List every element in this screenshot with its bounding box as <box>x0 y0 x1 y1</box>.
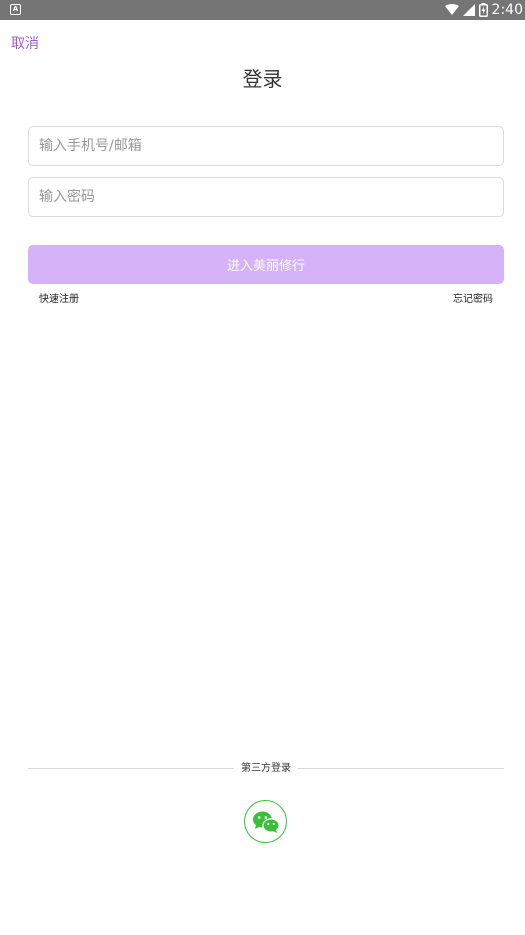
wechat-login-button[interactable] <box>244 800 287 843</box>
login-button[interactable]: 进入美丽修行 <box>28 245 504 284</box>
status-icons: 2:40 <box>444 0 523 20</box>
cancel-button[interactable]: 取消 <box>11 33 39 53</box>
password-input[interactable] <box>28 177 504 217</box>
quick-register-link[interactable]: 快速注册 <box>39 290 79 305</box>
cell-signal-icon <box>462 4 475 16</box>
notification-a-icon: A <box>10 4 21 15</box>
forgot-password-link[interactable]: 忘记密码 <box>453 290 493 305</box>
phone-email-input[interactable] <box>28 126 504 166</box>
wifi-icon <box>444 4 459 15</box>
divider-line-right <box>298 768 504 769</box>
third-party-login-label: 第三方登录 <box>241 763 291 774</box>
status-time: 2:40 <box>491 2 523 18</box>
wechat-icon <box>252 811 280 833</box>
third-party-login-divider: 第三方登录 <box>28 761 504 777</box>
page-title: 登录 <box>242 67 283 91</box>
status-bar: A 2:40 <box>0 0 525 20</box>
battery-charging-icon <box>478 3 488 17</box>
